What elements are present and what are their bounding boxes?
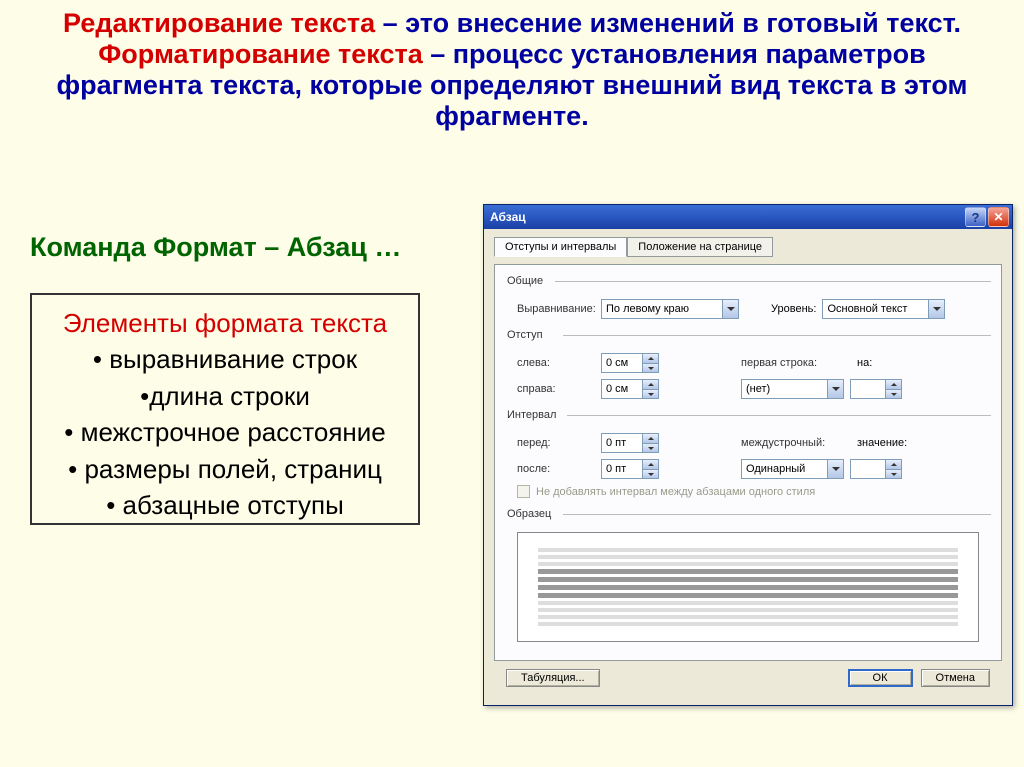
before-spin[interactable]	[601, 433, 659, 453]
spin-up-icon[interactable]	[885, 380, 901, 389]
headline-term2: Форматирование текста	[98, 39, 422, 69]
alignment-input[interactable]	[602, 300, 722, 318]
linespacing-input[interactable]	[742, 460, 827, 478]
label-firstline: первая строка:	[741, 357, 851, 369]
label-before: перед:	[517, 437, 595, 449]
close-button[interactable]: ✕	[988, 207, 1009, 227]
dropdown-icon[interactable]	[827, 380, 843, 398]
preview-box	[517, 532, 979, 642]
tabs-button[interactable]: Табуляция...	[506, 669, 600, 687]
label-on: на:	[857, 357, 877, 369]
dropdown-icon[interactable]	[827, 460, 843, 478]
help-button[interactable]: ?	[965, 207, 986, 227]
list-item: размеры полей, страниц	[84, 454, 381, 484]
tab-position[interactable]: Положение на странице	[627, 237, 773, 257]
spin-down-icon[interactable]	[642, 443, 658, 452]
before-input[interactable]	[602, 434, 642, 452]
spin-up-icon[interactable]	[642, 354, 658, 363]
headline-def1: – это внесение изменений в готовый текст…	[375, 8, 961, 38]
label-value: значение:	[857, 437, 907, 449]
label-alignment: Выравнивание:	[517, 303, 595, 315]
dropdown-icon[interactable]	[928, 300, 944, 318]
list-item: выравнивание строк	[109, 344, 357, 374]
firstline-on-spin[interactable]	[850, 379, 902, 399]
spin-up-icon[interactable]	[642, 460, 658, 469]
firstline-on-input[interactable]	[851, 380, 885, 398]
dialog-title: Абзац	[490, 210, 526, 224]
tab-indents[interactable]: Отступы и интервалы	[494, 237, 627, 257]
titlebar[interactable]: Абзац ? ✕	[484, 205, 1012, 229]
after-spin[interactable]	[601, 459, 659, 479]
firstline-combo[interactable]	[741, 379, 844, 399]
spin-down-icon[interactable]	[642, 469, 658, 478]
dropdown-icon[interactable]	[722, 300, 738, 318]
spin-down-icon[interactable]	[642, 363, 658, 372]
list-item: абзацные отступы	[123, 490, 344, 520]
alignment-combo[interactable]	[601, 299, 739, 319]
elements-list: • выравнивание строк •длина строки • меж…	[36, 341, 414, 523]
elements-title: Элементы формата текста	[36, 305, 414, 341]
indent-right-input[interactable]	[602, 380, 642, 398]
firstline-input[interactable]	[742, 380, 827, 398]
value-input[interactable]	[851, 460, 885, 478]
value-spin[interactable]	[850, 459, 902, 479]
label-level: Уровень:	[771, 303, 816, 315]
label-linespacing: междустрочный:	[741, 437, 851, 449]
elements-box: Элементы формата текста • выравнивание с…	[30, 293, 420, 525]
label-after: после:	[517, 463, 595, 475]
spin-down-icon[interactable]	[885, 469, 901, 478]
spin-down-icon[interactable]	[885, 389, 901, 398]
close-icon: ✕	[993, 210, 1003, 224]
ok-button[interactable]: ОК	[848, 669, 913, 687]
checkbox-label: Не добавлять интервал между абзацами одн…	[536, 486, 815, 498]
spin-down-icon[interactable]	[642, 389, 658, 398]
linespacing-combo[interactable]	[741, 459, 844, 479]
label-left: слева:	[517, 357, 595, 369]
paragraph-dialog: Абзац ? ✕ Отступы и интервалы Положение …	[483, 204, 1013, 706]
spin-up-icon[interactable]	[885, 460, 901, 469]
level-input[interactable]	[823, 300, 928, 318]
list-item: длина строки	[149, 381, 310, 411]
spin-up-icon[interactable]	[642, 380, 658, 389]
level-combo[interactable]	[822, 299, 945, 319]
indent-left-input[interactable]	[602, 354, 642, 372]
no-space-checkbox[interactable]	[517, 485, 530, 498]
cancel-button[interactable]: Отмена	[921, 669, 990, 687]
list-item: межстрочное расстояние	[81, 417, 386, 447]
label-right: справа:	[517, 383, 595, 395]
headline-term1: Редактирование текста	[63, 8, 375, 38]
headline: Редактирование текста – это внесение изм…	[30, 8, 994, 132]
spin-up-icon[interactable]	[642, 434, 658, 443]
indent-right-spin[interactable]	[601, 379, 659, 399]
indent-left-spin[interactable]	[601, 353, 659, 373]
after-input[interactable]	[602, 460, 642, 478]
